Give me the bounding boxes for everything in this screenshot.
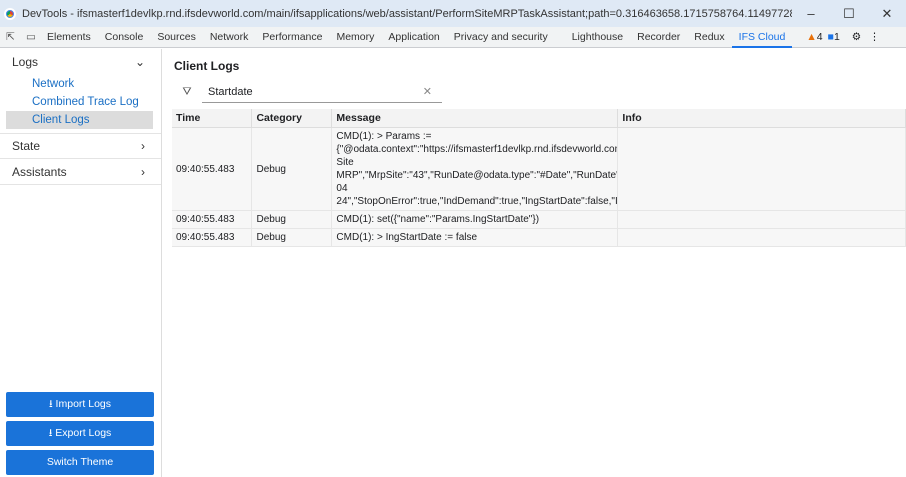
tab-network[interactable]: Network xyxy=(203,27,256,48)
tab-sources[interactable]: Sources xyxy=(150,27,203,48)
cell-category: Debug xyxy=(251,210,333,229)
tab-memory[interactable]: Memory xyxy=(329,27,381,48)
chrome-icon xyxy=(4,7,16,20)
tab-lighthouse[interactable]: Lighthouse xyxy=(565,27,630,48)
warning-count: 4 xyxy=(816,31,823,43)
window-title: DevTools - ifsmasterf1devlkp.rnd.ifsdevw… xyxy=(22,7,792,20)
window-titlebar: DevTools - ifsmasterf1devlkp.rnd.ifsdevw… xyxy=(0,0,906,27)
import-logs-button[interactable]: ⭳ Import Logs xyxy=(6,392,154,417)
filter-icon: ⛛ xyxy=(182,85,192,98)
table-row[interactable]: 09:40:55.483 Debug CMD(1): > Params := {… xyxy=(172,127,906,211)
message-count: 1 xyxy=(833,31,840,43)
table-row[interactable]: 09:40:55.483 Debug CMD(1): set({"name":"… xyxy=(172,210,906,229)
cell-message: CMD(1): > Params := {"@odata.context":"h… xyxy=(331,127,619,211)
filter-input[interactable]: Startdate ✕ xyxy=(202,81,442,103)
chevron-right-icon: › xyxy=(141,139,145,153)
sidebar-item-client-logs[interactable]: Client Logs xyxy=(6,111,153,129)
cell-info xyxy=(617,127,906,211)
filter-bar: ⛛ Startdate ✕ xyxy=(172,81,906,103)
tab-performance[interactable]: Performance xyxy=(255,27,329,48)
state-label: State xyxy=(12,139,41,153)
table-row[interactable]: 09:40:55.483 Debug CMD(1): > IngStartDat… xyxy=(172,228,906,247)
close-button[interactable]: ✕ xyxy=(868,6,906,22)
cell-time: 09:40:55.483 xyxy=(172,210,253,229)
table-header: Time Category Message Info xyxy=(172,109,906,128)
cell-category: Debug xyxy=(251,228,333,247)
more-menu-icon[interactable]: ⋮ xyxy=(869,31,880,43)
column-message[interactable]: Message xyxy=(331,109,619,128)
cell-message: CMD(1): > IngStartDate := false xyxy=(331,228,619,247)
tab-redux[interactable]: Redux xyxy=(687,27,731,48)
maximize-button[interactable]: ☐ xyxy=(830,6,868,22)
devtools-tabbar: ⇱ ▭ Elements Console Sources Network Per… xyxy=(0,27,906,48)
cell-category: Debug xyxy=(251,127,333,211)
tab-console[interactable]: Console xyxy=(98,27,151,48)
filter-value: Startdate xyxy=(208,85,253,98)
column-time[interactable]: Time xyxy=(172,109,253,128)
cell-message: CMD(1): set({"name":"Params.IngStartDate… xyxy=(331,210,619,229)
sidebar-logs-header[interactable]: Logs ⌄ xyxy=(0,49,161,75)
warning-icon[interactable]: ▲ xyxy=(806,31,816,43)
device-toolbar-icon[interactable]: ▭ xyxy=(26,31,40,43)
cell-time: 09:40:55.483 xyxy=(172,127,253,211)
logs-label: Logs xyxy=(12,55,39,69)
sidebar: Logs ⌄ Network Combined Trace Log Client … xyxy=(0,49,162,477)
tab-elements[interactable]: Elements xyxy=(40,27,98,48)
cell-time: 09:40:55.483 xyxy=(172,228,253,247)
chevron-right-icon: › xyxy=(141,164,145,179)
tab-ifs-cloud[interactable]: IFS Cloud xyxy=(731,27,793,48)
sidebar-item-network[interactable]: Network xyxy=(0,75,161,93)
cell-info xyxy=(617,210,906,229)
tab-recorder[interactable]: Recorder xyxy=(630,27,687,48)
logs-table: Time Category Message Info 09:40:55.483 … xyxy=(172,109,906,247)
switch-theme-button[interactable]: Switch Theme xyxy=(6,450,154,475)
settings-gear-icon[interactable]: ⚙ xyxy=(852,31,861,43)
sidebar-state-header[interactable]: State › xyxy=(0,133,161,159)
clear-icon[interactable]: ✕ xyxy=(423,85,432,98)
main-panel: Client Logs ⛛ Startdate ✕ Time Category M… xyxy=(172,49,906,477)
export-logs-button[interactable]: ⭳ Export Logs xyxy=(6,421,154,446)
minimize-button[interactable]: – xyxy=(792,6,830,21)
sidebar-item-combined-trace-log[interactable]: Combined Trace Log xyxy=(0,93,161,111)
cell-info xyxy=(617,228,906,247)
inspect-icon[interactable]: ⇱ xyxy=(6,31,20,43)
column-info[interactable]: Info xyxy=(617,109,906,128)
column-category[interactable]: Category xyxy=(251,109,333,128)
page-title: Client Logs xyxy=(174,59,240,73)
sidebar-assistants-header[interactable]: Assistants › xyxy=(0,159,161,185)
tab-privacy[interactable]: Privacy and security xyxy=(447,27,555,48)
assistants-label: Assistants xyxy=(12,164,67,179)
tab-application[interactable]: Application xyxy=(381,27,446,48)
chevron-down-icon: ⌄ xyxy=(134,55,145,69)
